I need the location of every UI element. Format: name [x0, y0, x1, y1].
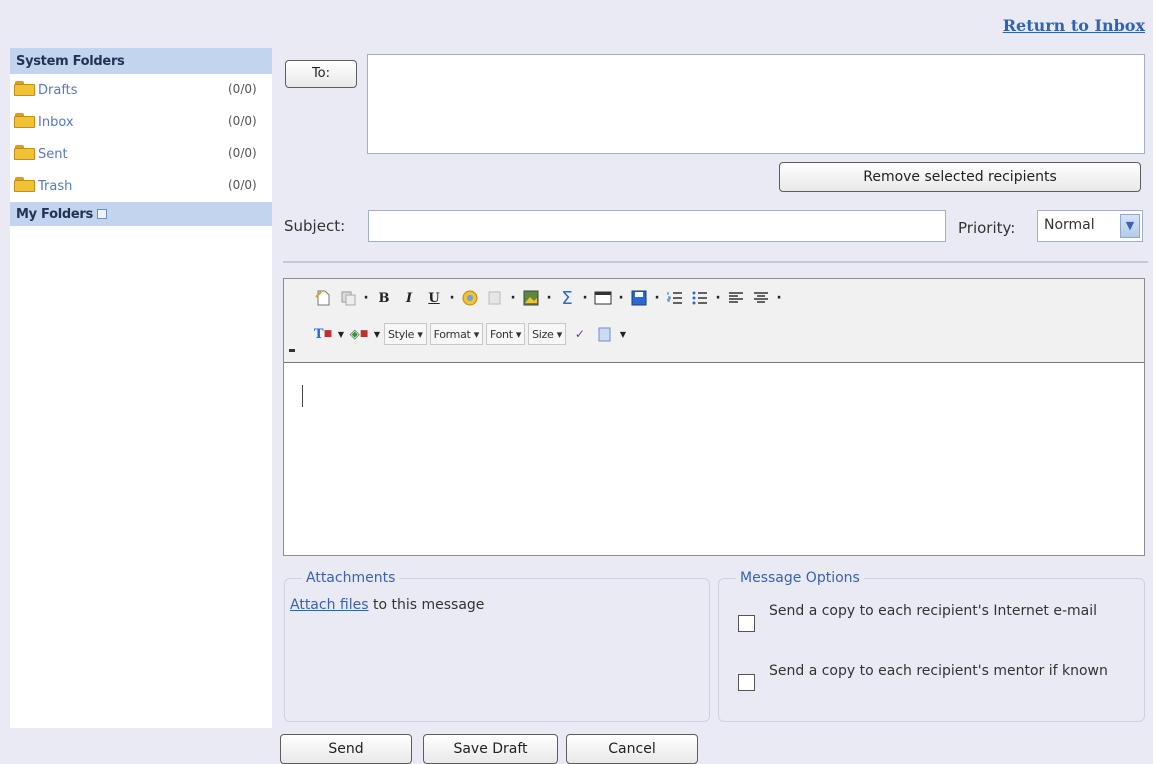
new-document-icon[interactable] [312, 287, 334, 309]
format-dropdown[interactable]: Format ▾ [429, 323, 483, 345]
cancel-button[interactable]: Cancel [566, 734, 698, 764]
folder-item-trash[interactable]: Trash (0/0) [10, 170, 272, 202]
priority-value: Normal [1044, 217, 1095, 233]
toolbar-separator: · [582, 290, 588, 306]
attachments-text: Attach files to this message [290, 597, 484, 613]
message-options-title: Message Options [736, 570, 864, 586]
subject-input[interactable] [368, 210, 946, 242]
folder-name[interactable]: Sent [38, 147, 68, 162]
editor-body[interactable] [284, 364, 1144, 555]
folder-item-inbox[interactable]: Inbox (0/0) [10, 106, 272, 138]
attach-files-link[interactable]: Attach files [290, 597, 369, 613]
format-dropdown-label: Format [433, 327, 471, 341]
toolbar-separator: · [776, 290, 782, 306]
align-center-icon[interactable] [750, 287, 772, 309]
toolbar-dropdown-arrow[interactable]: ▼ [337, 330, 345, 339]
attachments-title: Attachments [302, 570, 400, 586]
spellcheck-icon[interactable]: ✓ [569, 323, 591, 345]
folder-icon [14, 81, 36, 96]
folder-icon [14, 113, 36, 128]
folder-name[interactable]: Inbox [38, 115, 74, 130]
folder-item-drafts[interactable]: Drafts (0/0) [10, 74, 272, 106]
to-recipients-box[interactable] [367, 54, 1145, 154]
remove-selected-recipients-button[interactable]: Remove selected recipients [779, 162, 1141, 192]
size-dropdown-label: Size [532, 327, 554, 341]
toolbar-dropdown-arrow[interactable]: ▼ [619, 330, 627, 339]
bold-icon[interactable]: B [373, 287, 395, 309]
toolbar-separator: · [618, 290, 624, 306]
internet-email-copy-label: Send a copy to each recipient's Internet… [769, 603, 1098, 619]
italic-icon[interactable]: I [398, 287, 420, 309]
underline-icon[interactable]: U [423, 287, 445, 309]
style-dropdown[interactable]: Style ▾ [384, 323, 427, 345]
folder-item-sent[interactable]: Sent (0/0) [10, 138, 272, 170]
folder-name[interactable]: Drafts [38, 83, 78, 98]
align-left-icon[interactable] [725, 287, 747, 309]
size-dropdown[interactable]: Size ▾ [528, 323, 566, 345]
numbered-list-icon[interactable] [664, 287, 686, 309]
paste-icon[interactable] [594, 323, 616, 345]
system-folders-header: System Folders [10, 48, 272, 74]
send-button[interactable]: Send [280, 734, 412, 764]
link-icon[interactable] [459, 287, 481, 309]
chevron-down-icon[interactable]: ▼ [1120, 214, 1140, 238]
toolbar-separator: · [546, 290, 552, 306]
mentor-copy-label: Send a copy to each recipient's mentor i… [769, 663, 1108, 679]
unlink-icon[interactable] [484, 287, 506, 309]
folder-sidebar: System Folders Drafts (0/0) Inbox (0/0) … [10, 48, 272, 728]
toolbar-dropdown-arrow[interactable]: ▼ [373, 330, 381, 339]
mentor-copy-checkbox[interactable] [738, 674, 755, 691]
divider [283, 261, 1148, 263]
table-icon[interactable] [592, 287, 614, 309]
sigma-icon[interactable]: Σ [556, 287, 578, 309]
bullet-list-icon[interactable] [689, 287, 711, 309]
text-caret [302, 385, 303, 407]
folder-count: (0/0) [228, 114, 257, 128]
highlight-color-icon[interactable]: ◈ ■ [348, 323, 370, 345]
subject-label: Subject: [284, 217, 346, 235]
image-icon[interactable] [520, 287, 542, 309]
my-folders-icon[interactable] [96, 209, 107, 219]
font-dropdown[interactable]: Font ▾ [485, 323, 526, 345]
toolbar-separator: · [449, 290, 455, 306]
attach-suffix: to this message [368, 597, 485, 613]
rich-text-editor: · B I U · · · Σ · · · · · T ■ ▼ ◈ ■ ▼ St… [283, 278, 1145, 556]
folder-icon [14, 177, 36, 192]
toolbar-separator: · [363, 290, 369, 306]
priority-label: Priority: [958, 219, 1016, 237]
style-dropdown-label: Style [388, 327, 415, 341]
priority-select[interactable]: Normal ▼ [1037, 210, 1143, 242]
save-draft-button[interactable]: Save Draft [423, 734, 558, 764]
return-to-inbox-link[interactable]: Return to Inbox [1003, 16, 1145, 35]
font-dropdown-label: Font [489, 327, 513, 341]
copy-icon[interactable] [337, 287, 359, 309]
folder-name[interactable]: Trash [38, 179, 72, 194]
folder-count: (0/0) [228, 82, 257, 96]
text-color-icon[interactable]: T ■ [312, 323, 334, 345]
my-folders-label: My Folders [16, 207, 93, 222]
message-options-group [718, 578, 1145, 722]
folder-icon [14, 145, 36, 160]
toolbar-separator: · [715, 290, 721, 306]
toolbar-separator: · [654, 290, 660, 306]
folder-count: (0/0) [228, 146, 257, 160]
folder-count: (0/0) [228, 178, 257, 192]
to-button[interactable]: To: [285, 60, 357, 88]
my-folders-header[interactable]: My Folders [10, 202, 272, 226]
editor-toolbar: · B I U · · · Σ · · · · · T ■ ▼ ◈ ■ ▼ St… [284, 279, 1144, 363]
toolbar-collapse-handle[interactable] [289, 349, 295, 352]
toolbar-separator: · [510, 290, 516, 306]
internet-email-copy-checkbox[interactable] [738, 615, 755, 632]
save-icon[interactable] [628, 287, 650, 309]
